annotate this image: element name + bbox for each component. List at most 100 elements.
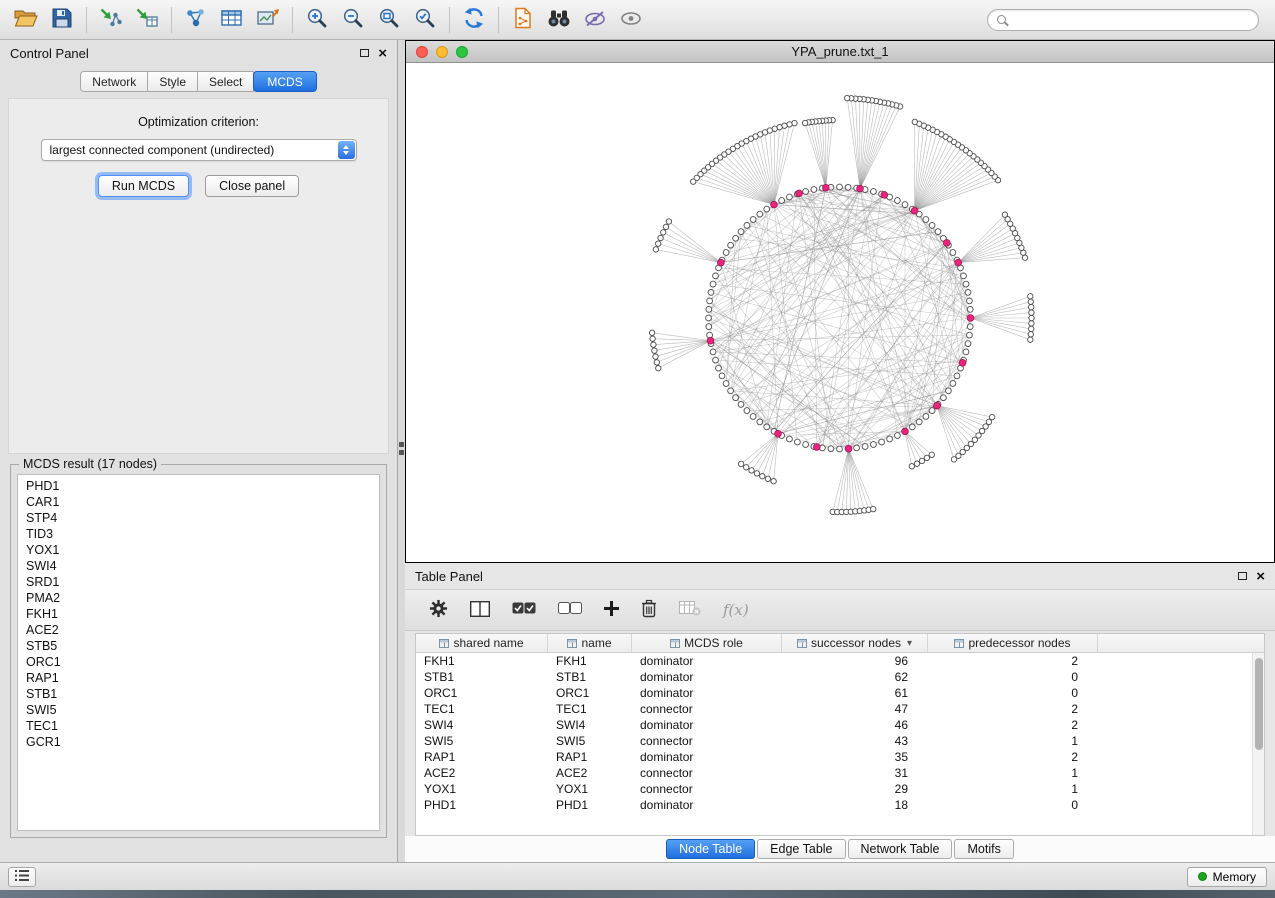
tab-edge-table[interactable]: Edge Table	[757, 839, 845, 859]
mcds-result-item[interactable]: YOX1	[18, 542, 379, 558]
mcds-result-item[interactable]: FKH1	[18, 606, 379, 622]
table-scrollbar[interactable]	[1252, 653, 1264, 835]
mcds-result-item[interactable]: ACE2	[18, 622, 379, 638]
zoom-fit-button[interactable]	[371, 5, 407, 35]
tab-node-table[interactable]: Node Table	[666, 839, 755, 859]
memory-button[interactable]: Memory	[1187, 867, 1267, 887]
minimize-window-icon[interactable]	[436, 46, 448, 58]
tab-motifs[interactable]: Motifs	[954, 839, 1013, 859]
add-column-button[interactable]	[604, 601, 619, 619]
export-image-button[interactable]	[250, 5, 286, 35]
right-column: YPA_prune.txt_1 Table Panel ×	[405, 40, 1275, 862]
mcds-result-item[interactable]: ORC1	[18, 654, 379, 670]
save-session-button[interactable]	[44, 5, 80, 35]
tab-style[interactable]: Style	[148, 71, 198, 92]
run-mcds-button[interactable]: Run MCDS	[98, 175, 189, 197]
node-table: shared namename MCDS role successor nodes▾…	[415, 633, 1265, 836]
cell-successor-nodes: 18	[782, 798, 928, 812]
mcds-result-item[interactable]: SWI5	[18, 702, 379, 718]
mcds-result-item[interactable]: TEC1	[18, 718, 379, 734]
select-all-columns-button[interactable]	[512, 602, 536, 618]
search-box[interactable]	[987, 9, 1259, 31]
mcds-result-item[interactable]: TID3	[18, 526, 379, 542]
maximize-window-icon[interactable]	[456, 46, 468, 58]
table-row[interactable]: SWI5SWI5connector431	[416, 733, 1252, 749]
network-canvas[interactable]	[406, 63, 1274, 562]
table-panel-title: Table Panel	[415, 569, 483, 584]
import-table-button[interactable]	[129, 5, 165, 35]
table-row[interactable]: TEC1TEC1connector472	[416, 701, 1252, 717]
vertical-splitter[interactable]	[398, 40, 405, 862]
mcds-result-item[interactable]: SWI4	[18, 558, 379, 574]
show-column-panel-button[interactable]	[470, 601, 490, 620]
zoom-selected-button[interactable]	[407, 5, 443, 35]
control-panel-title: Control Panel	[10, 46, 89, 61]
cell-predecessor-nodes: 2	[928, 750, 1098, 764]
trash-icon	[641, 599, 657, 621]
mcds-result-item[interactable]: STB1	[18, 686, 379, 702]
tab-network[interactable]: Network	[80, 71, 148, 92]
cell-successor-nodes: 96	[782, 654, 928, 668]
mcds-result-item[interactable]: PMA2	[18, 590, 379, 606]
mcds-result-item[interactable]: STP4	[18, 510, 379, 526]
column-header-successor-nodes[interactable]: successor nodes▾	[782, 634, 928, 652]
hide-graphics-details-button[interactable]	[577, 5, 613, 35]
delete-column-button[interactable]	[641, 599, 657, 621]
table-row[interactable]: FKH1FKH1dominator962	[416, 653, 1252, 669]
tab-network-table[interactable]: Network Table	[848, 839, 953, 859]
table-panel: Table Panel ×	[405, 563, 1275, 862]
search-input[interactable]	[1012, 13, 1249, 27]
new-table-button[interactable]	[214, 5, 250, 35]
tab-mcds[interactable]: MCDS	[253, 71, 316, 92]
table-row[interactable]: PHD1PHD1dominator180	[416, 797, 1252, 813]
zoom-in-button[interactable]	[299, 5, 335, 35]
open-session-button[interactable]	[8, 5, 44, 35]
import-table-icon	[135, 7, 159, 32]
show-graphics-details-button[interactable]	[613, 5, 649, 35]
column-label: MCDS role	[684, 636, 743, 650]
mcds-result-item[interactable]: RAP1	[18, 670, 379, 686]
float-panel-icon[interactable]	[360, 49, 369, 57]
column-header-shared-name[interactable]: shared name	[416, 634, 548, 652]
tab-select[interactable]: Select	[198, 71, 254, 92]
toolbar-separator	[86, 7, 87, 33]
table-row[interactable]: YOX1YOX1connector291	[416, 781, 1252, 797]
table-settings-button[interactable]	[429, 599, 448, 621]
close-panel-icon[interactable]: ×	[378, 46, 387, 61]
zoom-out-button[interactable]	[335, 5, 371, 35]
new-network-button[interactable]	[178, 5, 214, 35]
binoculars-search-button[interactable]	[541, 5, 577, 35]
import-network-button[interactable]	[93, 5, 129, 35]
mcds-result-item[interactable]: SRD1	[18, 574, 379, 590]
export-document-button[interactable]	[505, 5, 541, 35]
refresh-button[interactable]	[456, 5, 492, 35]
optimization-criterion-select[interactable]: largest connected component (undirected)	[41, 139, 357, 161]
column-header-name[interactable]: name	[548, 634, 632, 652]
table-row[interactable]: SWI4SWI4dominator462	[416, 717, 1252, 733]
cell-successor-nodes: 47	[782, 702, 928, 716]
cell-shared-name: PHD1	[416, 798, 548, 812]
cell-MCDS-role: dominator	[632, 686, 782, 700]
close-panel-icon[interactable]: ×	[1256, 569, 1265, 584]
table-row[interactable]: STB1STB1dominator620	[416, 669, 1252, 685]
status-menu-button[interactable]	[8, 867, 36, 887]
scrollbar-thumb[interactable]	[1255, 658, 1263, 750]
cell-predecessor-nodes: 1	[928, 766, 1098, 780]
table-row[interactable]: ORC1ORC1dominator610	[416, 685, 1252, 701]
zoom-out-icon	[342, 7, 364, 32]
column-header-predecessor-nodes[interactable]: predecessor nodes	[928, 634, 1098, 652]
mcds-result-item[interactable]: CAR1	[18, 494, 379, 510]
toolbar-separator	[292, 7, 293, 33]
mcds-result-item[interactable]: STB5	[18, 638, 379, 654]
mcds-result-item[interactable]: GCR1	[18, 734, 379, 750]
cell-name: FKH1	[548, 654, 632, 668]
column-header-MCDS-role[interactable]: MCDS role	[632, 634, 782, 652]
mcds-result-item[interactable]: PHD1	[18, 478, 379, 494]
network-titlebar[interactable]: YPA_prune.txt_1	[406, 41, 1274, 63]
float-panel-icon[interactable]	[1238, 572, 1247, 580]
close-panel-button[interactable]: Close panel	[205, 175, 299, 197]
table-row[interactable]: ACE2ACE2connector311	[416, 765, 1252, 781]
close-window-icon[interactable]	[416, 46, 428, 58]
deselect-all-columns-button[interactable]	[558, 602, 582, 618]
table-row[interactable]: RAP1RAP1dominator352	[416, 749, 1252, 765]
